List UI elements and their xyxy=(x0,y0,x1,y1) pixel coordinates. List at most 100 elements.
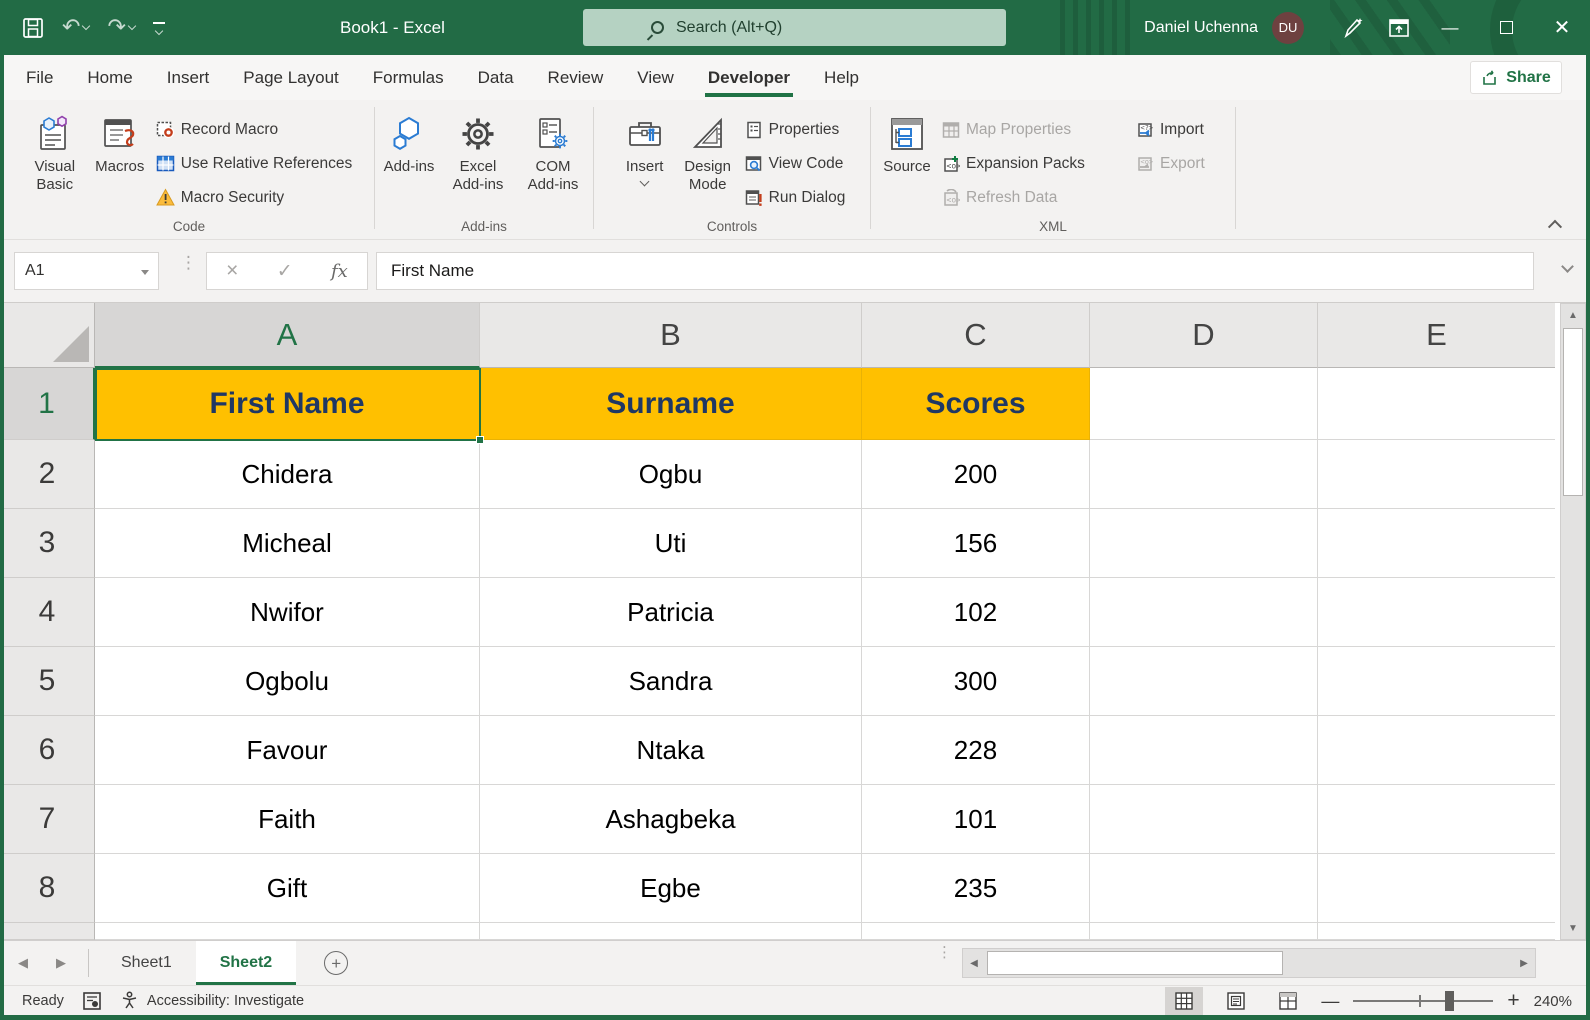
avatar[interactable]: DU xyxy=(1272,12,1304,44)
column-header-b[interactable]: B xyxy=(480,303,862,368)
name-box[interactable]: A1 xyxy=(14,252,159,290)
cell-c8[interactable]: 235 xyxy=(862,854,1090,923)
scroll-up-button[interactable]: ▲ xyxy=(1561,304,1585,326)
row-header-8[interactable]: 8 xyxy=(0,854,95,923)
ribbon-display-options-button[interactable] xyxy=(1376,0,1422,55)
tab-developer[interactable]: Developer xyxy=(691,55,807,100)
close-button[interactable]: ✕ xyxy=(1534,0,1590,55)
save-button[interactable] xyxy=(22,17,44,39)
minimize-button[interactable]: — xyxy=(1422,0,1478,55)
cell-b4[interactable]: Patricia xyxy=(480,578,862,647)
column-header-c[interactable]: C xyxy=(862,303,1090,368)
cell-a8[interactable]: Gift xyxy=(95,854,480,923)
formula-input[interactable]: First Name xyxy=(376,252,1534,290)
collapse-ribbon-button[interactable] xyxy=(1550,219,1560,229)
expansion-packs-button[interactable]: <o> Expansion Packs xyxy=(942,148,1130,179)
fill-handle[interactable] xyxy=(476,436,484,444)
cell-b1[interactable]: Surname xyxy=(480,368,862,440)
cell-b9[interactable] xyxy=(480,923,862,940)
cell-c5[interactable]: 300 xyxy=(862,647,1090,716)
cell-a1[interactable]: First Name xyxy=(95,368,480,440)
share-button[interactable]: Share xyxy=(1470,61,1562,94)
column-header-e[interactable]: E xyxy=(1318,303,1555,368)
cell-c2[interactable]: 200 xyxy=(862,440,1090,509)
macro-record-button[interactable] xyxy=(82,991,102,1011)
row-header-9[interactable] xyxy=(0,923,95,940)
vertical-scrollbar-thumb[interactable] xyxy=(1563,328,1583,496)
tab-page-layout[interactable]: Page Layout xyxy=(226,55,355,100)
cell-e8[interactable] xyxy=(1318,854,1555,923)
cell-d3[interactable] xyxy=(1090,509,1318,578)
formula-bar-handle[interactable]: ⋮ xyxy=(180,258,197,267)
row-header-2[interactable]: 2 xyxy=(0,440,95,509)
row-header-3[interactable]: 3 xyxy=(0,509,95,578)
page-break-preview-button[interactable] xyxy=(1269,987,1307,1015)
sheet-nav-left-icon[interactable]: ◀ xyxy=(4,956,42,971)
zoom-in-button[interactable]: + xyxy=(1507,989,1519,1013)
cell-b6[interactable]: Ntaka xyxy=(480,716,862,785)
cell-b5[interactable]: Sandra xyxy=(480,647,862,716)
sheet-nav-right-icon[interactable]: ▶ xyxy=(42,956,80,971)
cell-e5[interactable] xyxy=(1318,647,1555,716)
cell-b7[interactable]: Ashagbeka xyxy=(480,785,862,854)
cell-c9[interactable] xyxy=(862,923,1090,940)
sheet-tab-sheet2[interactable]: Sheet2 xyxy=(196,941,296,985)
row-header-5[interactable]: 5 xyxy=(0,647,95,716)
cell-a9[interactable] xyxy=(95,923,480,940)
cell-c7[interactable]: 101 xyxy=(862,785,1090,854)
cell-d5[interactable] xyxy=(1090,647,1318,716)
horizontal-scrollbar-thumb[interactable] xyxy=(987,951,1283,975)
maximize-button[interactable] xyxy=(1478,0,1534,55)
tab-formulas[interactable]: Formulas xyxy=(356,55,461,100)
tab-scrollbar-splitter[interactable]: ⋮ xyxy=(937,949,952,957)
row-header-1[interactable]: 1 xyxy=(0,368,95,440)
user-name[interactable]: Daniel Uchenna xyxy=(1144,19,1258,37)
cell-e9[interactable] xyxy=(1318,923,1555,940)
cell-b3[interactable]: Uti xyxy=(480,509,862,578)
cell-c4[interactable]: 102 xyxy=(862,578,1090,647)
cell-e3[interactable] xyxy=(1318,509,1555,578)
sheet-tab-sheet1[interactable]: Sheet1 xyxy=(97,941,196,985)
cell-e2[interactable] xyxy=(1318,440,1555,509)
zoom-level[interactable]: 240% xyxy=(1534,993,1572,1010)
tab-home[interactable]: Home xyxy=(70,55,149,100)
select-all-corner[interactable] xyxy=(0,303,95,368)
redo-button[interactable]: ↷ xyxy=(107,15,134,40)
view-code-button[interactable]: View Code xyxy=(745,148,846,179)
cell-a2[interactable]: Chidera xyxy=(95,440,480,509)
cell-c1[interactable]: Scores xyxy=(862,368,1090,440)
cell-d8[interactable] xyxy=(1090,854,1318,923)
ink-pen-button[interactable] xyxy=(1330,0,1376,55)
insert-function-button[interactable]: fx xyxy=(331,261,348,282)
vertical-scrollbar[interactable]: ▲ ▼ xyxy=(1560,303,1586,940)
row-header-4[interactable]: 4 xyxy=(0,578,95,647)
scroll-down-button[interactable]: ▼ xyxy=(1561,917,1585,939)
tab-help[interactable]: Help xyxy=(807,55,876,100)
scroll-right-button[interactable]: ▶ xyxy=(1513,949,1535,977)
page-layout-view-button[interactable] xyxy=(1217,987,1255,1015)
tab-file[interactable]: File xyxy=(4,55,70,100)
row-header-6[interactable]: 6 xyxy=(0,716,95,785)
cell-a3[interactable]: Micheal xyxy=(95,509,480,578)
import-button[interactable]: <?> Import xyxy=(1136,114,1228,145)
scroll-left-button[interactable]: ◀ xyxy=(963,949,985,977)
cell-b8[interactable]: Egbe xyxy=(480,854,862,923)
zoom-out-button[interactable]: — xyxy=(1321,991,1339,1012)
cell-a4[interactable]: Nwifor xyxy=(95,578,480,647)
cell-d1[interactable] xyxy=(1090,368,1318,440)
cell-c6[interactable]: 228 xyxy=(862,716,1090,785)
cell-d6[interactable] xyxy=(1090,716,1318,785)
tab-review[interactable]: Review xyxy=(531,55,621,100)
search-input[interactable]: Search (Alt+Q) xyxy=(583,9,1006,46)
cell-e1[interactable] xyxy=(1318,368,1555,440)
cell-d2[interactable] xyxy=(1090,440,1318,509)
column-header-a[interactable]: A xyxy=(95,303,480,368)
tab-data[interactable]: Data xyxy=(461,55,531,100)
accessibility-checker-button[interactable]: Accessibility: Investigate xyxy=(120,991,304,1010)
cell-d9[interactable] xyxy=(1090,923,1318,940)
use-relative-references-button[interactable]: Use Relative References xyxy=(156,148,352,179)
expand-formula-bar-button[interactable] xyxy=(1563,262,1572,271)
cell-e7[interactable] xyxy=(1318,785,1555,854)
cell-a5[interactable]: Ogbolu xyxy=(95,647,480,716)
properties-button[interactable]: Properties xyxy=(745,114,846,145)
